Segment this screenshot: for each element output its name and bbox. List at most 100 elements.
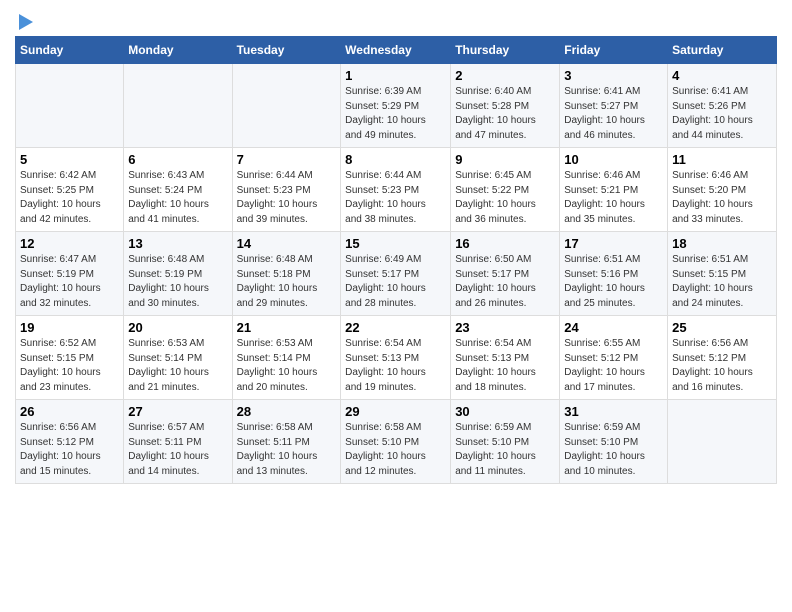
day-number: 2 [455, 68, 555, 83]
day-cell: 14 Sunrise: 6:48 AMSunset: 5:18 PMDayligh… [232, 232, 341, 316]
day-info: Sunrise: 6:45 AMSunset: 5:22 PMDaylight:… [455, 169, 555, 227]
day-cell: 19 Sunrise: 6:52 AMSunset: 5:15 PMDayligh… [16, 316, 124, 400]
day-info: Sunrise: 6:51 AMSunset: 5:16 PMDaylight:… [564, 253, 663, 311]
day-info: Sunrise: 6:41 AMSunset: 5:27 PMDaylight:… [564, 85, 663, 143]
day-number: 21 [237, 320, 337, 335]
day-number: 24 [564, 320, 663, 335]
day-cell: 7 Sunrise: 6:44 AMSunset: 5:23 PMDaylight… [232, 148, 341, 232]
day-number: 22 [345, 320, 446, 335]
day-info: Sunrise: 6:46 AMSunset: 5:20 PMDaylight:… [672, 169, 772, 227]
day-cell: 5 Sunrise: 6:42 AMSunset: 5:25 PMDaylight… [16, 148, 124, 232]
day-number: 14 [237, 236, 337, 251]
day-number: 16 [455, 236, 555, 251]
day-number: 15 [345, 236, 446, 251]
logo-arrow-icon [19, 14, 33, 30]
day-info: Sunrise: 6:48 AMSunset: 5:18 PMDaylight:… [237, 253, 337, 311]
day-number: 31 [564, 404, 663, 419]
day-cell [16, 64, 124, 148]
day-info: Sunrise: 6:54 AMSunset: 5:13 PMDaylight:… [455, 337, 555, 395]
day-info: Sunrise: 6:50 AMSunset: 5:17 PMDaylight:… [455, 253, 555, 311]
week-row-2: 5 Sunrise: 6:42 AMSunset: 5:25 PMDaylight… [16, 148, 777, 232]
week-row-4: 19 Sunrise: 6:52 AMSunset: 5:15 PMDayligh… [16, 316, 777, 400]
day-info: Sunrise: 6:42 AMSunset: 5:25 PMDaylight:… [20, 169, 119, 227]
day-info: Sunrise: 6:56 AMSunset: 5:12 PMDaylight:… [20, 421, 119, 479]
week-row-3: 12Sunrise: 6:47 AMSunset: 5:19 PMDayligh… [16, 232, 777, 316]
day-number: 8 [345, 152, 446, 167]
day-number: 1 [345, 68, 446, 83]
day-number: 12 [20, 236, 119, 251]
day-number: 25 [672, 320, 772, 335]
day-info: Sunrise: 6:39 AMSunset: 5:29 PMDaylight:… [345, 85, 446, 143]
day-cell: 9 Sunrise: 6:45 AMSunset: 5:22 PMDaylight… [451, 148, 560, 232]
day-cell: 30 Sunrise: 6:59 AMSunset: 5:10 PMDayligh… [451, 400, 560, 484]
day-info: Sunrise: 6:43 AMSunset: 5:24 PMDaylight:… [128, 169, 227, 227]
day-cell: 22Sunrise: 6:54 AMSunset: 5:13 PMDayligh… [341, 316, 451, 400]
col-header-friday: Friday [560, 37, 668, 64]
day-number: 18 [672, 236, 772, 251]
day-number: 7 [237, 152, 337, 167]
day-number: 5 [20, 152, 119, 167]
day-number: 30 [455, 404, 555, 419]
day-cell: 2Sunrise: 6:40 AMSunset: 5:28 PMDaylight… [451, 64, 560, 148]
day-cell [124, 64, 232, 148]
day-info: Sunrise: 6:56 AMSunset: 5:12 PMDaylight:… [672, 337, 772, 395]
day-info: Sunrise: 6:46 AMSunset: 5:21 PMDaylight:… [564, 169, 663, 227]
day-number: 6 [128, 152, 227, 167]
day-cell: 3 Sunrise: 6:41 AMSunset: 5:27 PMDaylight… [560, 64, 668, 148]
day-cell: 6 Sunrise: 6:43 AMSunset: 5:24 PMDaylight… [124, 148, 232, 232]
day-cell: 21 Sunrise: 6:53 AMSunset: 5:14 PMDayligh… [232, 316, 341, 400]
day-cell: 18Sunrise: 6:51 AMSunset: 5:15 PMDayligh… [668, 232, 777, 316]
day-cell: 15 Sunrise: 6:49 AMSunset: 5:17 PMDayligh… [341, 232, 451, 316]
col-header-tuesday: Tuesday [232, 37, 341, 64]
col-header-sunday: Sunday [16, 37, 124, 64]
day-info: Sunrise: 6:55 AMSunset: 5:12 PMDaylight:… [564, 337, 663, 395]
day-cell [232, 64, 341, 148]
day-number: 26 [20, 404, 119, 419]
day-cell: 10 Sunrise: 6:46 AMSunset: 5:21 PMDayligh… [560, 148, 668, 232]
day-info: Sunrise: 6:48 AMSunset: 5:19 PMDaylight:… [128, 253, 227, 311]
day-number: 20 [128, 320, 227, 335]
day-number: 4 [672, 68, 772, 83]
day-info: Sunrise: 6:49 AMSunset: 5:17 PMDaylight:… [345, 253, 446, 311]
day-cell: 28 Sunrise: 6:58 AMSunset: 5:11 PMDayligh… [232, 400, 341, 484]
day-info: Sunrise: 6:44 AMSunset: 5:23 PMDaylight:… [237, 169, 337, 227]
day-cell: 4 Sunrise: 6:41 AMSunset: 5:26 PMDaylight… [668, 64, 777, 148]
col-header-monday: Monday [124, 37, 232, 64]
day-info: Sunrise: 6:58 AMSunset: 5:11 PMDaylight:… [237, 421, 337, 479]
day-cell: 31 Sunrise: 6:59 AMSunset: 5:10 PMDayligh… [560, 400, 668, 484]
day-number: 11 [672, 152, 772, 167]
day-info: Sunrise: 6:53 AMSunset: 5:14 PMDaylight:… [237, 337, 337, 395]
day-cell: 27Sunrise: 6:57 AMSunset: 5:11 PMDayligh… [124, 400, 232, 484]
day-cell: 26 Sunrise: 6:56 AMSunset: 5:12 PMDayligh… [16, 400, 124, 484]
day-number: 3 [564, 68, 663, 83]
day-cell: 16 Sunrise: 6:50 AMSunset: 5:17 PMDayligh… [451, 232, 560, 316]
day-number: 29 [345, 404, 446, 419]
logo [15, 10, 33, 30]
day-cell: 1 Sunrise: 6:39 AMSunset: 5:29 PMDaylight… [341, 64, 451, 148]
day-info: Sunrise: 6:53 AMSunset: 5:14 PMDaylight:… [128, 337, 227, 395]
day-cell: 20 Sunrise: 6:53 AMSunset: 5:14 PMDayligh… [124, 316, 232, 400]
day-info: Sunrise: 6:44 AMSunset: 5:23 PMDaylight:… [345, 169, 446, 227]
day-info: Sunrise: 6:59 AMSunset: 5:10 PMDaylight:… [564, 421, 663, 479]
day-cell: 13 Sunrise: 6:48 AMSunset: 5:19 PMDayligh… [124, 232, 232, 316]
calendar-container: SundayMondayTuesdayWednesdayThursdayFrid… [0, 0, 792, 494]
day-number: 23 [455, 320, 555, 335]
day-number: 17 [564, 236, 663, 251]
col-header-saturday: Saturday [668, 37, 777, 64]
day-info: Sunrise: 6:59 AMSunset: 5:10 PMDaylight:… [455, 421, 555, 479]
day-number: 10 [564, 152, 663, 167]
day-cell: 29Sunrise: 6:58 AMSunset: 5:10 PMDayligh… [341, 400, 451, 484]
day-info: Sunrise: 6:41 AMSunset: 5:26 PMDaylight:… [672, 85, 772, 143]
day-cell: 8 Sunrise: 6:44 AMSunset: 5:23 PMDaylight… [341, 148, 451, 232]
week-row-1: 1 Sunrise: 6:39 AMSunset: 5:29 PMDaylight… [16, 64, 777, 148]
day-info: Sunrise: 6:52 AMSunset: 5:15 PMDaylight:… [20, 337, 119, 395]
day-number: 28 [237, 404, 337, 419]
day-cell [668, 400, 777, 484]
day-number: 19 [20, 320, 119, 335]
day-cell: 25 Sunrise: 6:56 AMSunset: 5:12 PMDayligh… [668, 316, 777, 400]
calendar-table: SundayMondayTuesdayWednesdayThursdayFrid… [15, 36, 777, 484]
header [15, 10, 777, 30]
day-number: 13 [128, 236, 227, 251]
col-header-wednesday: Wednesday [341, 37, 451, 64]
day-number: 9 [455, 152, 555, 167]
